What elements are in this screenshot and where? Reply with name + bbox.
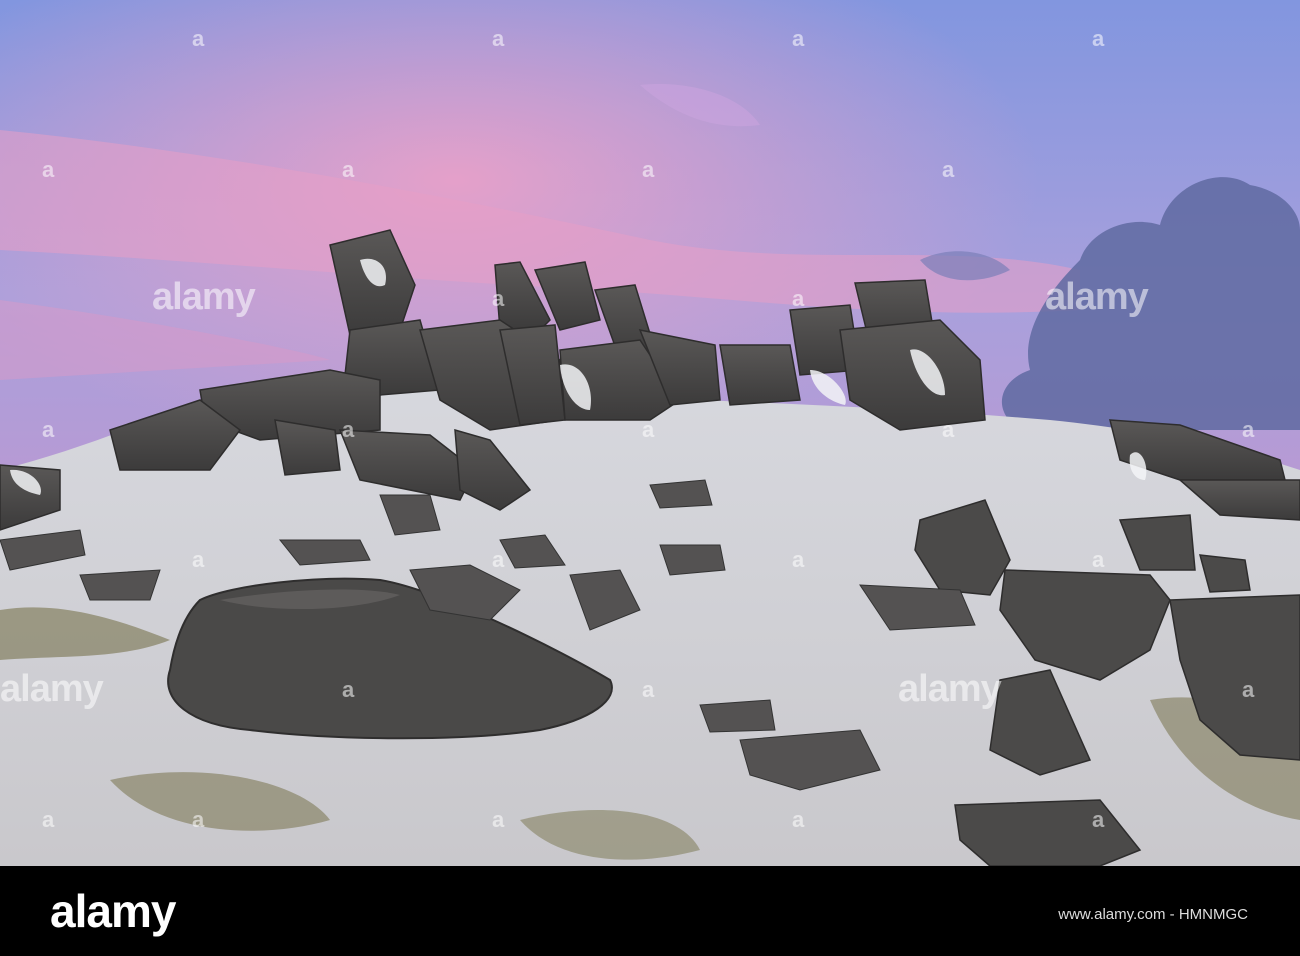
watermark-mark: a (942, 417, 955, 442)
watermark-logo: alamy (1045, 276, 1149, 318)
watermark-mark: a (1092, 807, 1105, 832)
watermark-logo: alamy (152, 276, 256, 318)
brand-logo[interactable]: alamy (50, 884, 176, 938)
watermark-mark: a (42, 807, 55, 832)
watermark-mark: a (942, 157, 955, 182)
rock (79, 569, 161, 601)
watermark-mark: a (492, 547, 505, 572)
watermark-mark: a (192, 26, 205, 51)
watermark-mark: a (642, 677, 655, 702)
watermark-mark: a (42, 417, 55, 442)
watermark-mark: a (642, 157, 655, 182)
watermark-mark: a (792, 807, 805, 832)
watermark-logo: alamy (898, 668, 1002, 710)
rock (649, 479, 713, 509)
watermark-mark: a (342, 157, 355, 182)
rock (699, 699, 776, 733)
watermark-mark: a (792, 286, 805, 311)
image-id-label: www.alamy.com - HMNMGC (1058, 906, 1248, 923)
watermark-mark: a (342, 417, 355, 442)
watermark-mark: a (192, 807, 205, 832)
watermark-mark: a (492, 286, 505, 311)
rock (659, 544, 726, 576)
watermark-mark: a (42, 157, 55, 182)
watermark-mark: a (642, 417, 655, 442)
watermark-mark: a (492, 807, 505, 832)
watermark-logo: alamy (0, 668, 104, 710)
watermark-mark: a (192, 547, 205, 572)
watermark-mark: a (492, 26, 505, 51)
footer-bar: alamy www.alamy.com - HMNMGC (0, 866, 1300, 956)
watermark-mark: a (342, 677, 355, 702)
watermark-mark: a (792, 547, 805, 572)
watermark-mark: a (1092, 547, 1105, 572)
watermark-mark: a (1092, 26, 1105, 51)
watermark-mark: a (1242, 677, 1255, 702)
photo: alamy alamy alamy alamy a a a a a a a a … (0, 0, 1300, 866)
rock (719, 344, 801, 406)
watermark-mark: a (792, 26, 805, 51)
watermark-mark: a (1242, 417, 1255, 442)
